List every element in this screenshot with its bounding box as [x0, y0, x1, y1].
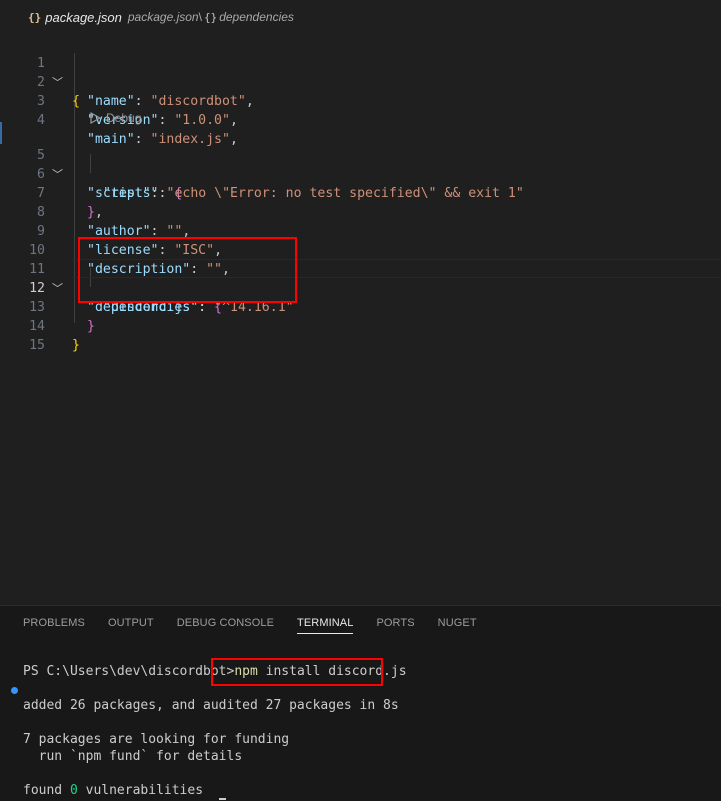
- code-line: 5 ﹀ "scripts": {: [0, 127, 721, 201]
- close-brace: }: [72, 338, 80, 353]
- terminal-output[interactable]: PS C:\Users\dev\discordbot>npm install d…: [23, 658, 407, 798]
- tab-nuget[interactable]: NUGET: [438, 606, 477, 640]
- breadcrumb-symbol[interactable]: dependencies: [219, 10, 294, 24]
- command-highlight-box: [211, 658, 383, 686]
- code-line: 7 },: [0, 165, 721, 220]
- tab-problems[interactable]: PROBLEMS: [23, 606, 85, 640]
- terminal-text: vulnerabilities: [77, 783, 204, 798]
- tab-ports[interactable]: PORTS: [376, 606, 414, 640]
- code-editor[interactable]: 1 ﹀ { 2 "name": "discordbot", 3 "version…: [0, 34, 721, 604]
- code-line: 3 "version": "1.0.0",: [0, 73, 721, 128]
- code-line: 6 "test": "echo \"Error: no test specifi…: [0, 146, 721, 201]
- code-line: 4 "main": "index.js",: [0, 92, 721, 147]
- bottom-panel: PROBLEMS OUTPUT DEBUG CONSOLE TERMINAL P…: [0, 605, 721, 801]
- code-line: 8 "author": "",: [0, 184, 721, 239]
- debug-codelens[interactable]: Debug: [90, 110, 141, 126]
- line-number: 15: [29, 338, 45, 353]
- terminal-line: found 0 vulnerabilities: [23, 782, 203, 799]
- terminal-line: 7 packages are looking for funding: [23, 732, 290, 747]
- comma: ,: [229, 113, 238, 128]
- tab-output[interactable]: OUTPUT: [108, 606, 154, 640]
- json-file-icon: {}: [28, 10, 42, 24]
- terminal-line: added 26 packages, and audited 27 packag…: [23, 698, 399, 713]
- terminal-prompt: PS C:\Users\dev\discordbot>: [23, 664, 235, 679]
- code-line: 9 "license": "ISC",: [0, 203, 721, 258]
- play-icon: [90, 112, 101, 124]
- breadcrumb-path-file[interactable]: package.json: [128, 10, 199, 24]
- debug-codelens-label: Debug: [106, 111, 142, 125]
- json-value: "1.0.0": [174, 113, 230, 128]
- terminal-text: found: [23, 783, 70, 798]
- code-line: 2 "name": "discordbot",: [0, 54, 721, 109]
- dependencies-highlight-box: [78, 237, 297, 303]
- breadcrumb-file-name[interactable]: package.json: [45, 10, 122, 25]
- colon: :: [158, 113, 175, 128]
- code-line: 1 ﹀ {: [0, 35, 721, 109]
- breadcrumb: {} package.json package.json \ {} depend…: [0, 0, 721, 34]
- tab-terminal[interactable]: TERMINAL: [297, 606, 354, 640]
- command-status-dot-icon[interactable]: [11, 687, 18, 694]
- object-symbol-icon: {}: [203, 10, 218, 24]
- vulnerability-count: 0: [69, 783, 78, 798]
- breadcrumb-separator: \: [198, 10, 202, 24]
- panel-tabs: PROBLEMS OUTPUT DEBUG CONSOLE TERMINAL P…: [23, 606, 500, 640]
- terminal-line: run `npm fund` for details: [23, 749, 243, 764]
- code-line: 15: [0, 317, 721, 353]
- tab-debug-console[interactable]: DEBUG CONSOLE: [177, 606, 274, 640]
